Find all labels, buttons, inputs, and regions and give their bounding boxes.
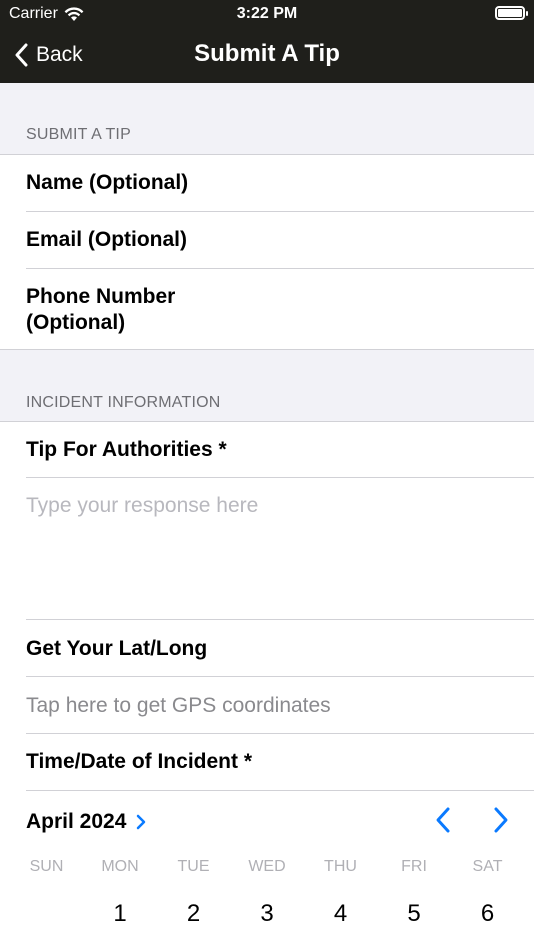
status-time: 3:22 PM (236, 5, 298, 22)
weekday-label: MON (101, 858, 139, 875)
calendar-week-row: 1 2 3 4 5 6 (10, 900, 524, 928)
battery-icon (495, 6, 528, 20)
name-label: Name (Optional) (26, 171, 189, 194)
weekday-header: SUN MON TUE WED THU FRI SAT (10, 858, 524, 876)
time-date-label-row: Time/Date of Incident * (0, 734, 534, 790)
weekday-label: SAT (472, 858, 503, 875)
calendar-day[interactable]: 6 (451, 900, 524, 928)
section-title-incident: INCIDENT INFORMATION (26, 394, 221, 411)
divider (26, 790, 534, 791)
calendar-day[interactable]: 5 (378, 900, 451, 928)
weekday-label: THU (324, 858, 357, 875)
tip-textarea[interactable]: Type your response here (0, 478, 534, 619)
email-label: Email (Optional) (26, 228, 188, 251)
weekday-label: FRI (401, 858, 427, 875)
chevron-right-icon (137, 814, 146, 830)
month-navigation (434, 806, 510, 834)
section-title-submit: SUBMIT A TIP (26, 126, 131, 143)
previous-month-button[interactable] (434, 806, 452, 834)
weekday-label: WED (248, 858, 286, 875)
time-date-label: Time/Date of Incident * (26, 750, 252, 773)
navigation-bar: Carrier 3:22 PM Back Submit A Tip (0, 0, 534, 83)
latlong-label: Get Your Lat/Long (26, 637, 208, 660)
calendar-day-empty (10, 900, 83, 928)
calendar-day[interactable]: 3 (231, 900, 304, 928)
month-year-selector[interactable]: April 2024 (26, 810, 146, 834)
phone-label-line1: Phone Number (26, 285, 176, 308)
email-field[interactable]: Email (Optional) (0, 212, 534, 268)
weekday-label: SUN (29, 858, 64, 875)
page-title: Submit A Tip (194, 40, 340, 67)
calendar-day[interactable]: 2 (157, 900, 230, 928)
phone-label-line2: (Optional) (26, 311, 126, 334)
name-field[interactable]: Name (Optional) (0, 155, 534, 211)
gps-text: Tap here to get GPS coordinates (26, 694, 331, 717)
get-gps-button[interactable]: Tap here to get GPS coordinates (0, 677, 534, 733)
tip-label: Tip For Authorities * (26, 438, 227, 461)
latlong-label-row: Get Your Lat/Long (0, 620, 534, 676)
calendar-day[interactable]: 1 (84, 900, 157, 928)
next-month-button[interactable] (492, 806, 510, 834)
section-header-submit (0, 83, 534, 155)
tip-placeholder: Type your response here (26, 494, 259, 517)
phone-field[interactable]: Phone Number (Optional) (0, 269, 534, 349)
weekday-label: TUE (177, 858, 210, 875)
calendar-day[interactable]: 4 (304, 900, 377, 928)
month-label: April 2024 (26, 810, 127, 833)
tip-label-row: Tip For Authorities * (0, 422, 534, 477)
